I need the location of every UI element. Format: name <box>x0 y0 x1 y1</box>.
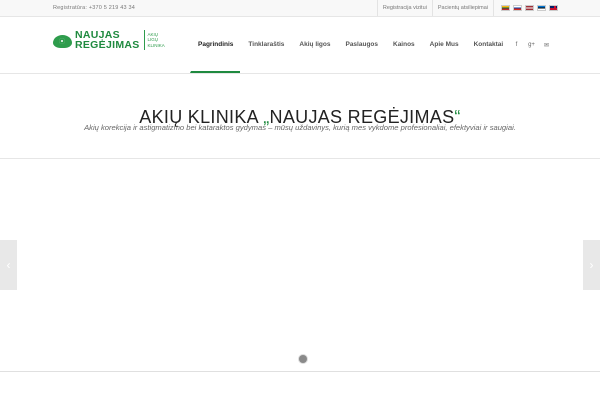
nav-item-kontaktai[interactable]: Kontaktai <box>466 17 511 73</box>
logo-divider <box>143 30 145 50</box>
nav-item-pagrindinis[interactable]: Pagrindinis <box>190 17 241 73</box>
patient-reviews-link[interactable]: Pacientų atsiliepimai <box>433 0 493 16</box>
divider <box>493 0 494 16</box>
slider-dot[interactable] <box>299 355 307 363</box>
ru-flag-icon[interactable] <box>513 5 522 11</box>
top-bar: Registratūra: +370 5 219 43 34 Registrac… <box>0 0 600 17</box>
nav-item-akiu-ligos[interactable]: Akių ligos <box>291 17 337 73</box>
slider-next-button[interactable]: › <box>583 240 600 290</box>
logo-subtitle: AKIŲ LIGŲ KLINIKA <box>148 32 165 49</box>
logo-sub-3: KLINIKA <box>147 42 165 48</box>
nav-item-kainos[interactable]: Kainos <box>385 17 422 73</box>
lt-flag-icon[interactable] <box>501 5 510 11</box>
main-nav: Pagrindinis Tinklaraštis Akių ligos Pasl… <box>190 17 510 73</box>
hero-title-section: AKIŲ KLINIKA „NAUJAS REGĖJIMAS“ Akių kor… <box>0 74 600 159</box>
google-plus-icon[interactable]: g+ <box>528 42 535 48</box>
nav-item-apie-mus[interactable]: Apie Mus <box>422 17 466 73</box>
top-bar-right: Registracija vizitui Pacientų atsiliepim… <box>376 0 558 16</box>
gb-flag-icon[interactable] <box>549 5 558 11</box>
logo-name: NAUJAS REGĖJIMAS <box>75 30 140 51</box>
nav-item-tinklarastis[interactable]: Tinklaraštis <box>240 17 291 73</box>
registration-phone[interactable]: Registratūra: +370 5 219 43 34 <box>53 5 135 11</box>
image-slider: ‹ › <box>0 159 600 371</box>
chevron-right-icon: › <box>589 258 594 272</box>
page-subtitle: Akių korekcija ir astigmatizmo bei katar… <box>84 123 516 132</box>
facebook-icon[interactable]: f <box>513 42 520 48</box>
nav-item-paslaugos[interactable]: Paslaugos <box>337 17 385 73</box>
lv-flag-icon[interactable] <box>525 5 534 11</box>
site-header: NAUJAS REGĖJIMAS AKIŲ LIGŲ KLINIKA Pagri… <box>0 17 600 74</box>
site-logo[interactable]: NAUJAS REGĖJIMAS AKIŲ LIGŲ KLINIKA <box>53 30 165 50</box>
language-flags <box>501 5 558 11</box>
register-visit-link[interactable]: Registracija vizitui <box>378 0 432 16</box>
chevron-left-icon: ‹ <box>6 258 11 272</box>
ee-flag-icon[interactable] <box>537 5 546 11</box>
eye-logo-icon <box>53 34 72 48</box>
logo-line-2: REGĖJIMAS <box>75 39 140 51</box>
social-links: f g+ ✉ <box>513 17 550 73</box>
slider-prev-button[interactable]: ‹ <box>0 240 17 290</box>
divider <box>0 371 600 372</box>
mail-icon[interactable]: ✉ <box>543 42 550 49</box>
